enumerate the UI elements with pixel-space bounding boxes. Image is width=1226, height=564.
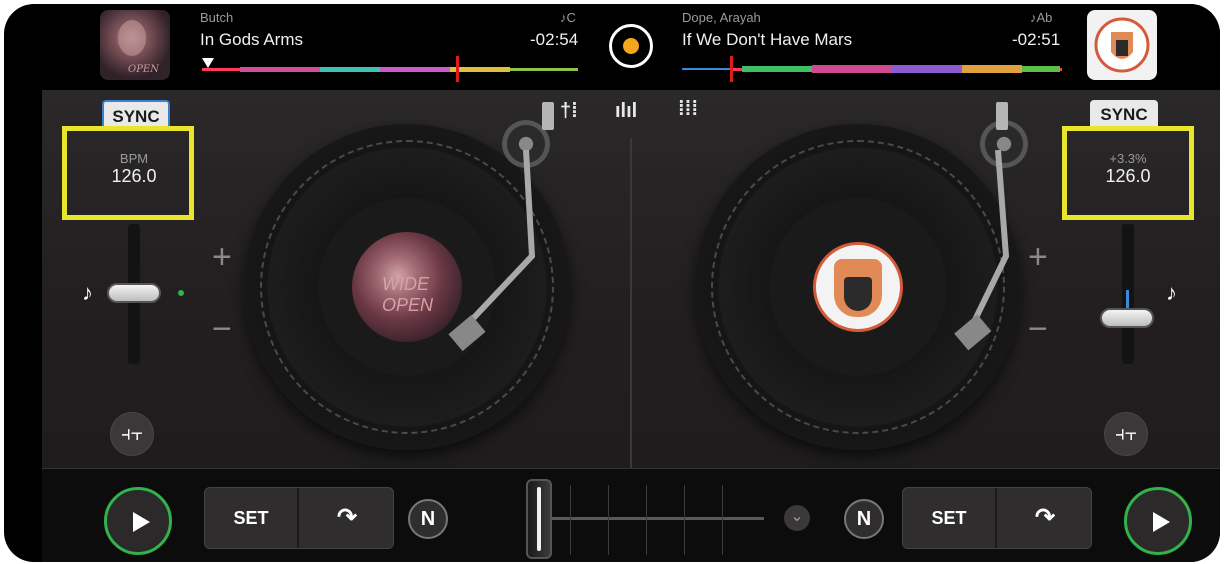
deck-b-pitch-label: +3.3% <box>1109 151 1147 166</box>
deck-b-time-remaining: -02:51 <box>1012 30 1061 49</box>
crossfader-grid-line <box>570 485 571 555</box>
play-icon <box>1153 512 1170 532</box>
deck-b-pitch-minus[interactable]: − <box>1028 310 1048 349</box>
deck-b-artwork[interactable] <box>1087 10 1157 80</box>
dj-app-screen: OPEN Butch In Gods Arms ♪C -02:54 Dope, … <box>42 4 1220 562</box>
deck-a-bpm-value[interactable]: 126.0 <box>74 166 194 187</box>
deck-a-cue-group: SET ↷ <box>204 487 394 549</box>
deck-a-set-button[interactable]: SET <box>205 488 299 548</box>
crossfader-track <box>532 517 764 520</box>
deck-b-n-button[interactable]: N <box>844 499 884 539</box>
deck-a-play-button[interactable] <box>104 487 172 555</box>
deck-b-artwork-image <box>1094 17 1150 73</box>
deck-a-waveform[interactable] <box>200 56 580 82</box>
chevron-down-icon[interactable]: ⌄ <box>784 505 810 531</box>
jump-arrow-icon: ↷ <box>336 504 358 531</box>
deck-a-jump-button[interactable]: ↷ <box>301 488 393 548</box>
deck-a-pitch-minus[interactable]: − <box>212 310 232 349</box>
play-icon <box>133 512 150 532</box>
decks-area: SYNC BPM 126.0 ♪ + − ⫞⫟ WIDE OPEN †⁞ ılı… <box>42 90 1220 468</box>
tempo-bars-icon[interactable]: †⁞ <box>560 100 578 123</box>
svg-text:OPEN: OPEN <box>128 64 160 75</box>
deck-a-key: ♪C <box>560 10 576 25</box>
deck-a-playhead-marker <box>202 58 214 68</box>
jump-arrow-icon: ↷ <box>1034 504 1056 531</box>
deck-divider <box>630 138 632 468</box>
device-frame: OPEN Butch In Gods Arms ♪C -02:54 Dope, … <box>4 4 1220 562</box>
deck-b-mixer-button[interactable]: ⫞⫟ <box>1104 412 1148 456</box>
deck-a-artwork[interactable]: OPEN <box>100 10 170 80</box>
deck-b-bpm-value[interactable]: 126.0 <box>1068 166 1188 187</box>
deck-b-tempo-offset-indicator <box>1126 290 1129 308</box>
deck-a-note-icon: ♪ <box>82 280 93 305</box>
deck-a-artwork-image: OPEN <box>118 20 160 75</box>
deck-b-waveform[interactable] <box>682 56 1062 82</box>
deck-a-pitch-plus[interactable]: + <box>212 238 232 277</box>
deck-b-play-button[interactable] <box>1124 487 1192 555</box>
deck-b-tempo-slider[interactable] <box>1100 308 1154 328</box>
deck-b-eq-icon: ⫞⫟ <box>1114 423 1138 445</box>
deck-b-title: If We Don't Have Mars <box>682 30 853 49</box>
track-info-bar: OPEN Butch In Gods Arms ♪C -02:54 Dope, … <box>42 4 1220 90</box>
crossfader-grid-line <box>722 485 723 555</box>
deck-a-tempo-slider[interactable] <box>107 283 161 303</box>
transport-bar: SET ↷ N ⌄ N SET ↷ <box>42 468 1220 562</box>
deck-b-key: ♪Ab <box>1030 10 1053 25</box>
crossfader-grid-line <box>608 485 609 555</box>
deck-b-jump-button[interactable]: ↷ <box>999 488 1091 548</box>
crossfader-knob[interactable] <box>526 479 552 559</box>
grid-view-icon[interactable]: ⁞⁞⁞ <box>678 98 698 121</box>
crossfader[interactable] <box>526 479 764 559</box>
deck-b-record-label <box>813 242 903 332</box>
deck-b-pitch-plus[interactable]: + <box>1028 238 1048 277</box>
deck-a-cue-marker <box>456 56 459 82</box>
deck-a-time-remaining: -02:54 <box>530 30 579 49</box>
crossfader-grid-line <box>646 485 647 555</box>
deck-a-artist: Butch <box>200 10 234 25</box>
deck-a-mixer-button[interactable]: ⫞⫟ <box>110 412 154 456</box>
deck-b-artist: Dope, Arayah <box>682 10 761 25</box>
deck-a-n-button[interactable]: N <box>408 499 448 539</box>
deck-b-label-face <box>844 277 872 311</box>
waveform-view-icon[interactable]: ılıl <box>615 100 637 123</box>
deck-a-title: In Gods Arms <box>200 30 303 49</box>
deck-a-tonearm[interactable] <box>422 96 572 356</box>
center-record-button[interactable] <box>609 24 653 68</box>
deck-a-tempo-indicator <box>178 290 184 296</box>
deck-b-cue-marker <box>730 56 733 82</box>
deck-b-set-button[interactable]: SET <box>903 488 997 548</box>
record-indicator-icon <box>623 38 639 54</box>
deck-a-bpm-label: BPM <box>119 151 149 166</box>
deck-b-note-icon: ♪ <box>1166 280 1177 305</box>
crossfader-grid-line <box>684 485 685 555</box>
deck-a-eq-icon: ⫞⫟ <box>120 423 144 445</box>
deck-b-cue-group: SET ↷ <box>902 487 1092 549</box>
